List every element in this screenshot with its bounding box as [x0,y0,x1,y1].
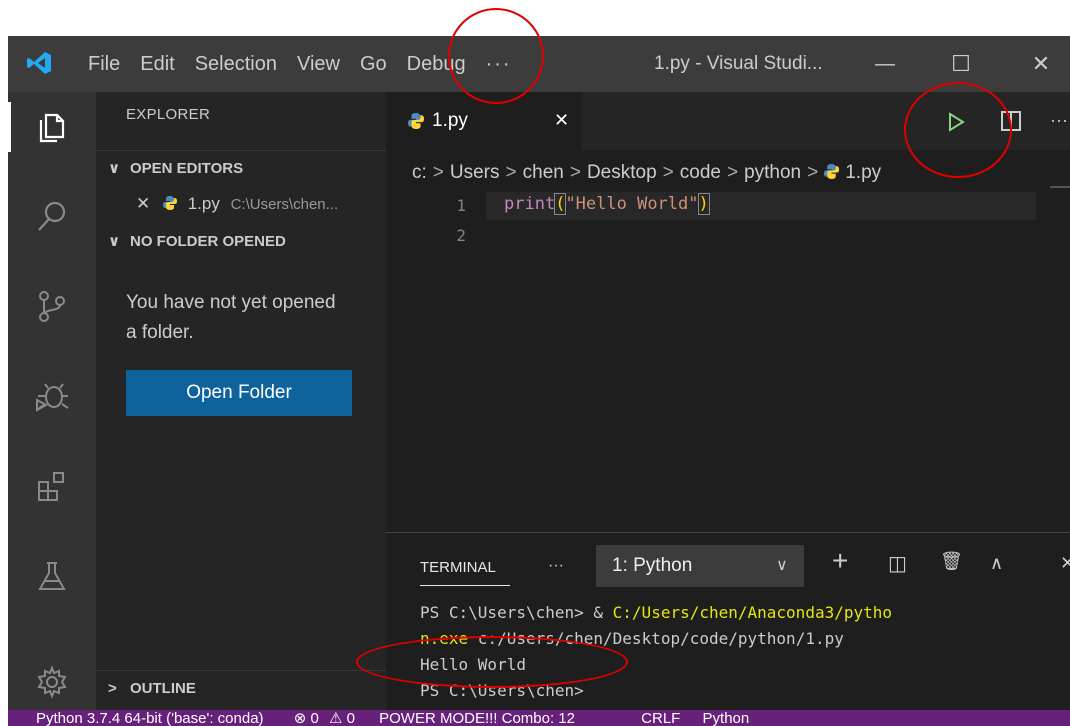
menu-go[interactable]: Go [350,53,397,76]
tab-terminal[interactable]: TERMINAL [420,559,496,576]
maximize-panel-icon[interactable]: ∧ [990,553,1003,574]
panel-more[interactable]: ··· [548,557,564,575]
status-eol[interactable]: CRLF [641,710,680,726]
tab-label: 1.py [432,110,468,131]
vscode-window: File Edit Selection View Go Debug ··· 1.… [8,36,1070,726]
code-bracket: ) [697,193,710,215]
close-panel-icon[interactable]: ✕ [1060,553,1070,574]
breadcrumb: c: > Users > chen > Desktop > code > python > 1.py [412,162,882,183]
code-bracket: ( [554,193,567,215]
tab-underline [420,585,510,586]
code-function: print [504,194,556,214]
split-editor-icon[interactable] [1000,110,1022,132]
no-folder-section[interactable]: ∨ NO FOLDER OPENED [96,224,386,260]
testing-flask-icon[interactable] [30,554,74,598]
no-folder-message: You have not yet opened a folder. [126,292,336,343]
maximize-button[interactable]: ☐ [936,36,986,92]
status-warnings[interactable]: ⚠ 0 [329,710,355,726]
terminal-line: n.exe c:/Users/chen/Desktop/code/python/… [420,629,844,648]
breadcrumb-item[interactable]: 1.py [845,162,881,183]
no-folder-label: NO FOLDER OPENED [130,233,286,250]
tab-close-icon[interactable]: ✕ [554,110,569,131]
minimize-button[interactable]: — [860,36,910,92]
editor-area: 1.py ✕ ··· c: > Users > chen > Desktop > code > py… [386,92,1070,532]
sidebar-title: EXPLORER [126,106,211,123]
window-title: 1.py - Visual Studi... [654,53,823,74]
status-power-mode[interactable]: POWER MODE!!! Combo: 12 [379,710,575,726]
search-icon[interactable] [30,194,74,238]
terminal-select[interactable]: 1: Python ∨ [596,545,804,587]
menu-view[interactable]: View [287,53,350,76]
menu-more[interactable]: ··· [476,53,522,76]
status-python-interpreter[interactable]: Python 3.7.4 64-bit ('base': conda) [36,710,264,726]
terminal-panel: TERMINAL ··· 1: Python ∨ + ◫ 🗑 ∧ ✕ PS C:… [386,532,1070,711]
terminal-output: Hello World [420,655,526,674]
terminal-prompt[interactable]: PS C:\Users\chen> [420,681,584,700]
python-file-icon [162,196,177,210]
terminal-select-value: 1: Python [612,555,693,576]
menu-debug[interactable]: Debug [397,53,476,76]
open-editors-label: OPEN EDITORS [130,160,244,177]
breadcrumb-item[interactable]: Users [450,162,500,183]
line-number: 2 [456,226,466,245]
editor-more-actions[interactable]: ··· [1050,110,1068,131]
status-language[interactable]: Python [703,710,750,726]
python-file-icon [408,113,424,129]
settings-gear-icon[interactable] [30,660,74,704]
close-editor-icon[interactable]: ✕ [136,194,150,213]
active-indicator [8,102,11,152]
minimap[interactable] [1050,186,1070,188]
breadcrumb-item[interactable]: chen [523,162,564,183]
tab-1-py[interactable]: 1.py ✕ [386,92,582,150]
trash-icon[interactable]: 🗑 [940,551,963,572]
menu-edit[interactable]: Edit [130,53,184,76]
breadcrumb-item[interactable]: code [680,162,721,183]
status-errors[interactable]: ⊗ 0 [294,710,319,726]
line-number: 1 [456,196,466,215]
code-string: "Hello World" [565,194,699,214]
terminal-line: PS C:\Users\chen> & C:/Users/chen/Anacon… [420,603,893,622]
status-bar: Python 3.7.4 64-bit ('base': conda) ⊗ 0 … [8,710,1070,726]
explorer-icon[interactable] [30,104,74,148]
chevron-down-icon: ∨ [108,233,121,250]
code-line-1[interactable]: print("Hello World") [504,193,710,215]
editor-tab-bar: 1.py ✕ ··· [386,92,1070,150]
new-terminal-icon[interactable]: + [832,545,848,577]
activity-bar [8,92,96,710]
breadcrumb-item[interactable]: c: [412,162,427,183]
extensions-icon[interactable] [30,464,74,508]
python-file-icon [824,164,840,179]
menu-file[interactable]: File [78,53,130,76]
chevron-right-icon: > [108,680,117,697]
explorer-sidebar: EXPLORER ∨ OPEN EDITORS ✕ 1.py C:\Users\c… [96,92,386,710]
breadcrumb-item[interactable]: Desktop [587,162,657,183]
source-control-icon[interactable] [30,284,74,328]
menu-bar: File Edit Selection View Go Debug ··· [78,36,522,92]
open-file-path: C:\Users\chen... [230,196,339,213]
outline-section[interactable]: > OUTLINE [96,670,386,707]
title-bar: File Edit Selection View Go Debug ··· 1.… [8,36,1070,92]
run-file-play-icon[interactable] [946,112,966,132]
close-button[interactable]: ✕ [1016,36,1066,92]
breadcrumb-item[interactable]: python [744,162,801,183]
chevron-down-icon: ∨ [108,160,121,177]
debug-icon[interactable] [30,374,74,418]
open-editor-item[interactable]: ✕ 1.py C:\Users\chen... [96,186,386,222]
open-folder-button[interactable]: Open Folder [126,370,352,416]
vscode-logo-icon [27,52,51,74]
outline-label: OUTLINE [130,680,196,697]
open-editors-section[interactable]: ∨ OPEN EDITORS [96,150,386,187]
chevron-down-icon: ∨ [776,557,788,574]
open-file-name: 1.py [187,194,220,213]
menu-selection[interactable]: Selection [185,53,287,76]
split-terminal-icon[interactable]: ◫ [888,551,907,576]
